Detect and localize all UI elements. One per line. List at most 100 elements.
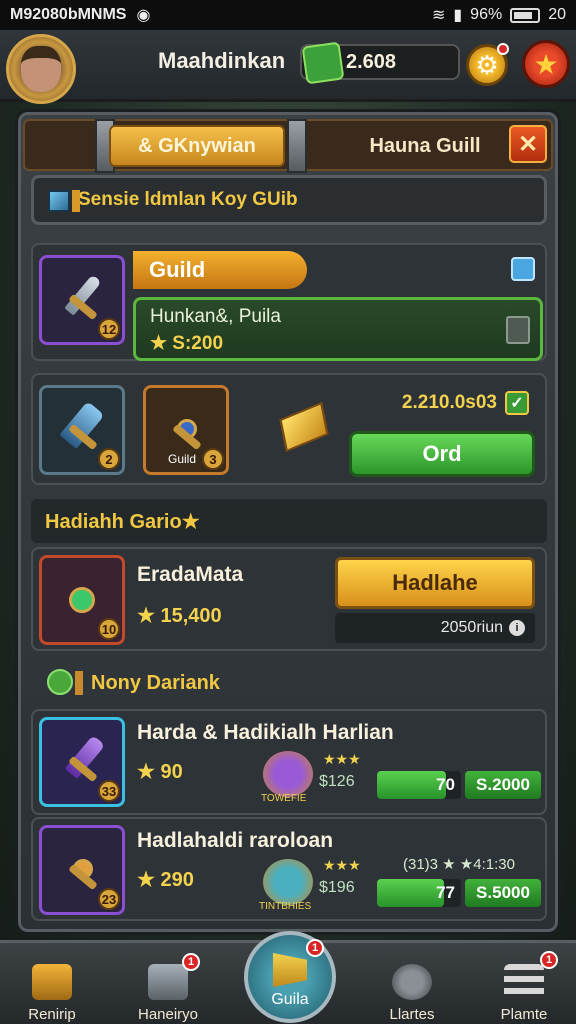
guild-info[interactable]: Hunkan&, Puila ★ S:200 (133, 297, 543, 361)
daily-title: Nony Dariank (91, 671, 220, 694)
extra-stats: (31)3 ★ ★4:1:30 (403, 856, 515, 873)
daily-item-value: ★ 290 (137, 869, 194, 891)
claim-button[interactable]: Hadlahe (335, 557, 535, 609)
tab-ornament-icon (287, 119, 307, 173)
shop-badge-icon[interactable] (511, 257, 535, 281)
item-level: 12 (98, 318, 120, 340)
item-level: 3 (202, 448, 224, 470)
pet-label: TINTBHIES (259, 901, 312, 912)
info-banner: Sensie ldmlan Koy GUib (31, 175, 547, 225)
daily-header: Nony Dariank (31, 661, 547, 705)
reward-item-frame[interactable]: 10 (39, 555, 125, 645)
item-level: 2 (98, 448, 120, 470)
star-icon: ★ (533, 48, 559, 80)
menu-icon (504, 964, 544, 1000)
battery-percent: 96% (470, 6, 503, 23)
guild-flag-icon (273, 953, 307, 987)
nav-item-home[interactable]: Renirip (4, 951, 100, 1023)
reward-name: EradaMata (137, 563, 244, 586)
progress-value: 77 (436, 883, 455, 902)
currency-display[interactable]: 2.608 (300, 41, 460, 85)
tab-active[interactable]: & GKnywian (109, 125, 285, 167)
clock: 20 (548, 6, 566, 23)
document-icon[interactable] (506, 316, 530, 344)
player-avatar[interactable] (6, 34, 76, 104)
close-button[interactable]: ✕ (509, 125, 547, 163)
wifi-icon: ≋ (431, 7, 446, 24)
nav-item-market[interactable]: Llartes (364, 951, 460, 1023)
daily-item-frame[interactable]: 33 (39, 717, 125, 807)
coin-icon (392, 964, 432, 1000)
pet-icon (263, 859, 313, 905)
progress-value: 70 (436, 775, 455, 794)
reward-card: 10 EradaMata ★ 15,400 Hadlahe 2050riun i (31, 547, 547, 651)
list-item[interactable]: 33 Harda & Hadikialh Harlian ★ 90 TOWEFI… (31, 709, 547, 815)
trade-value: 2.210.0s03 ✓ (402, 391, 529, 415)
guild-name: Hunkan&, Puila (150, 306, 281, 327)
camera-icon: ◉ (136, 7, 151, 24)
guild-card[interactable]: 12 Guild Hunkan&, Puila ★ S:200 (31, 243, 547, 361)
mace-icon (55, 843, 109, 897)
shield-icon (55, 401, 109, 457)
gem-icon (301, 41, 345, 85)
nav-label: Renirip (28, 1006, 76, 1023)
small-price: $126 (319, 773, 355, 790)
clover-icon (47, 669, 73, 695)
nav-item-guild[interactable]: 1 Guila (244, 931, 336, 1023)
buy-button[interactable]: S.5000 (465, 879, 541, 907)
trade-item-2[interactable]: Guild 3 (143, 385, 229, 475)
daily-item-frame[interactable]: 23 (39, 825, 125, 915)
guild-item-frame[interactable]: 12 (39, 255, 125, 345)
notification-dot (497, 43, 509, 55)
daily-item-name: Harda & Hadikialh Harlian (137, 721, 394, 744)
progress-bar: 70 (377, 771, 461, 799)
trade-value-text: 2.210.0s03 (401, 392, 497, 413)
list-item[interactable]: 23 Hadlahaldi raroloan ★ 290 TINTBHIES ★… (31, 817, 547, 921)
notification-badge: 1 (182, 953, 200, 971)
daily-item-value: ★ 90 (137, 761, 183, 783)
nav-label: Haneiryo (137, 1006, 199, 1023)
cube-icon (48, 190, 70, 212)
nav-label: Guila (271, 991, 309, 1008)
item-level: 10 (98, 618, 120, 640)
buy-button[interactable]: S.2000 (465, 771, 541, 799)
info-icon[interactable]: i (509, 620, 525, 636)
rating-stars: ★★★ (323, 857, 361, 873)
player-name: Maahdinkan (158, 48, 286, 73)
progress-bar: 77 (377, 879, 461, 907)
gear-icon: ⚙ (475, 49, 499, 80)
rewards-header: Hadiahh Gario★ (31, 499, 547, 543)
currency-value: 2.608 (346, 50, 397, 73)
status-bar-text: M92080bMNMS (10, 6, 127, 23)
guild-label: Guild (133, 251, 307, 289)
tab-bar: & GKnywian Hauna Guill ✕ (23, 119, 553, 173)
status-bar: M92080bMNMS ◉ ≋ ▮ 96% 20 (0, 0, 576, 30)
settings-button[interactable]: ⚙ (466, 43, 509, 86)
crystal-sword-icon (55, 735, 109, 789)
notification-badge: 1 (540, 951, 558, 969)
claim-sub-text: 2050riun (440, 619, 503, 636)
bottom-nav: Renirip 1 Haneiryo 1 Guila Llartes 1 Pla… (0, 931, 576, 1024)
trade-item-1[interactable]: 2 (39, 385, 125, 475)
order-button[interactable]: Ord (349, 431, 535, 477)
nav-label: Plamte (500, 1006, 548, 1023)
nav-item-inventory[interactable]: 1 Haneiryo (120, 951, 216, 1023)
reward-value: ★ 15,400 (137, 605, 222, 627)
tab-inactive[interactable]: Hauna Guill (325, 125, 525, 167)
guild-panel: & GKnywian Hauna Guill ✕ Sensie ldmlan K… (18, 112, 558, 932)
progress-fill (377, 879, 445, 907)
trade-item-2-label: Guild (168, 452, 197, 466)
map-icon (148, 964, 188, 1000)
favorites-button[interactable]: ★ (522, 40, 570, 88)
banner-text: Sensie ldmlan Koy GUib (78, 189, 298, 210)
flag-icon (72, 190, 80, 212)
pet-label: TOWEFIE (261, 793, 307, 804)
flag-icon (75, 671, 83, 695)
house-icon (32, 964, 72, 1000)
nav-item-menu[interactable]: 1 Plamte (476, 951, 572, 1023)
pet-icon (263, 751, 313, 797)
check-icon[interactable]: ✓ (505, 391, 529, 415)
nav-label: Llartes (389, 1006, 435, 1023)
rating-stars: ★★★ (323, 751, 361, 767)
daily-item-name: Hadlahaldi raroloan (137, 829, 334, 852)
